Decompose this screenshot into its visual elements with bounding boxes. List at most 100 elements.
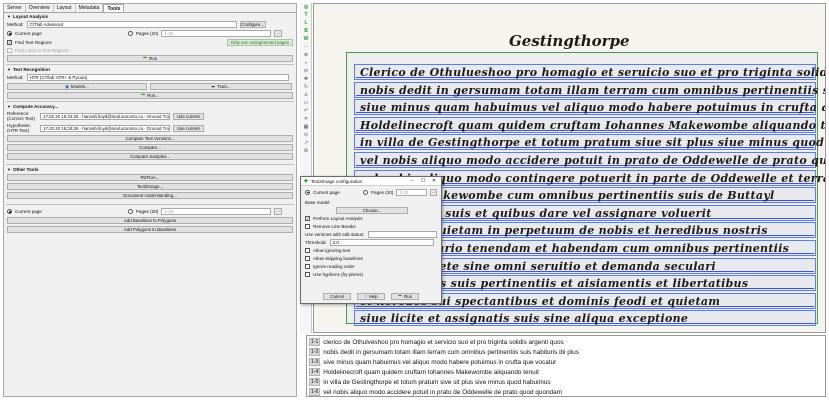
tool-select-icon[interactable]: ◎ xyxy=(300,3,312,11)
recognition-run-button[interactable]: ➡ Run... xyxy=(7,92,293,99)
line-number: 1-3 xyxy=(309,358,321,366)
compare-text-versions-button[interactable]: Compare Text Versions... xyxy=(7,135,293,142)
transcription-line[interactable]: 1-3 sive minus quam habuimus vel aliquo m… xyxy=(309,357,823,367)
other-pages-range-input[interactable]: 1-20 xyxy=(161,208,272,215)
maximize-icon[interactable]: ☐ xyxy=(419,178,427,184)
configure-button[interactable]: Configure... xyxy=(239,21,266,28)
use-hyphens-checkbox[interactable] xyxy=(305,271,310,277)
hypothesis-use-current-button[interactable]: Use current xyxy=(173,124,204,132)
line-number: 1-6 xyxy=(309,388,321,396)
tool-table-icon[interactable]: ▦ xyxy=(300,123,312,131)
hypothesis-sublabel: (HTR Text) xyxy=(7,128,30,133)
layout-method-select[interactable]: CITlab Advanced xyxy=(26,21,237,28)
dialog-current-page-radio[interactable] xyxy=(305,189,310,195)
tool-lock-icon[interactable]: ▭ xyxy=(300,99,312,107)
dialog-run-button[interactable]: ➡ Run xyxy=(391,293,419,300)
pages-range-input[interactable]: 1-20 xyxy=(161,30,272,37)
tab-tools[interactable]: Tools xyxy=(103,4,125,12)
tool-move-icon[interactable]: ✥ xyxy=(300,75,312,83)
add-baselines-button[interactable]: Add Baselines to Polygons xyxy=(7,217,293,224)
tool-delete-icon[interactable]: ✕ xyxy=(300,115,312,123)
add-polygons-button[interactable]: Add Polygons to Baselines xyxy=(7,226,293,233)
play-icon: ➡ xyxy=(141,92,146,98)
pages-chooser-button[interactable]: … xyxy=(274,30,283,37)
tool-line-icon[interactable]: L xyxy=(300,19,312,27)
remove-line-breaks-checkbox[interactable] xyxy=(305,223,310,229)
line-text[interactable]: nobis dedit in gersumam totam illam terr… xyxy=(323,349,579,356)
collapse-arrow-icon: ▼ xyxy=(7,14,11,19)
manuscript-line: siue licite et assignatis suis sine aliq… xyxy=(360,312,689,326)
tool-person-icon[interactable]: ♙ xyxy=(300,91,312,99)
tool-point-icon[interactable]: ∘ xyxy=(300,59,312,67)
reference-version-field[interactable]: 17.02.20 15:34:26 - hannah.lloyd@mail.ut… xyxy=(40,112,170,120)
line-text[interactable]: Holdelinecroft quam quidem cruftam Iohan… xyxy=(323,369,539,376)
other-pages-chooser-button[interactable]: … xyxy=(274,208,283,215)
tool-undo-icon[interactable]: ↶ xyxy=(300,107,312,115)
tool-zoom-icon[interactable]: ⊙ xyxy=(300,131,312,139)
transcription-line[interactable]: 1-5 in villa de Gestingthorpe et totum pr… xyxy=(309,377,823,387)
allow-ignoring-label: Allow ignoring text xyxy=(313,247,351,253)
reference-use-current-button[interactable]: Use current xyxy=(173,112,204,120)
current-page-radio[interactable] xyxy=(7,31,12,36)
tab-metadata[interactable]: Metadata xyxy=(76,4,104,12)
dialog-pages-radio[interactable] xyxy=(362,189,368,195)
pages-radio[interactable] xyxy=(127,31,133,36)
allow-ignoring-checkbox[interactable] xyxy=(305,247,310,253)
choose-model-button[interactable]: Choose... xyxy=(336,206,408,214)
models-button[interactable]: ◼ Models... xyxy=(7,83,147,90)
dialog-pages-range-input[interactable]: 1-20 xyxy=(396,188,428,196)
compute-accuracy-header[interactable]: ▼ Compute Accuracy... xyxy=(4,103,296,110)
tool-tr-icon[interactable]: T xyxy=(300,11,312,19)
tool-baseline-icon[interactable]: B xyxy=(300,27,312,35)
transcription-line[interactable]: 1-1 clerico de Othulveshoo pro homagio et… xyxy=(309,337,823,347)
edit-status-select[interactable] xyxy=(367,230,437,238)
line-text[interactable]: sive minus quam habuimus vel aliquo modo… xyxy=(323,359,556,366)
line-text[interactable]: vel nobis aliquo modo accidere potuit in… xyxy=(323,389,562,396)
tool-remove-point-icon[interactable]: ⊖ xyxy=(300,67,312,75)
transcription-line[interactable]: 1-6 vel nobis aliquo modo accidere potuit… xyxy=(309,387,823,397)
tab-server[interactable]: Server xyxy=(4,4,26,12)
text-recognition-header[interactable]: ▼ Text Recognition xyxy=(4,66,296,73)
compare-button[interactable]: Compare... xyxy=(7,144,293,151)
only-unsegmented-toggle[interactable]: Only use unsegmented pages xyxy=(226,39,293,46)
transcription-line[interactable]: 1-2 nobis dedit in gersumam totam illam t… xyxy=(309,347,823,357)
ignore-reading-order-checkbox[interactable] xyxy=(305,263,310,269)
tab-overview[interactable]: Overview xyxy=(26,4,54,12)
perform-layout-checkbox[interactable] xyxy=(305,215,310,221)
allow-skipping-checkbox[interactable] xyxy=(305,255,310,261)
other-current-page-radio[interactable] xyxy=(7,209,12,214)
layout-run-button[interactable]: ➡ Run xyxy=(7,55,293,62)
dialog-pages-chooser-button[interactable]: … xyxy=(430,188,438,196)
hypothesis-version-field[interactable]: 17.02.20 15:34:26 - hannah.lloyd@mail.ut… xyxy=(40,124,170,132)
find-text-regions-checkbox[interactable] xyxy=(7,40,12,45)
play-icon: ➡ xyxy=(397,293,403,299)
text2image-button[interactable]: Text2Image... xyxy=(7,183,293,190)
threshold-input[interactable]: 0.0 xyxy=(329,238,434,246)
line-number: 1-4 xyxy=(309,368,321,376)
tab-layout[interactable]: Layout xyxy=(54,4,76,12)
line-text[interactable]: in villa de Gestingthorpe et totum pratu… xyxy=(323,379,550,386)
tool-word-icon[interactable]: W xyxy=(300,35,312,43)
tool-rotate-icon[interactable]: ↻ xyxy=(300,83,312,91)
tool-arrow-icon[interactable]: ↗ xyxy=(300,139,312,147)
pdf2a-button[interactable]: PDFtoA... xyxy=(7,174,293,181)
tool-settings-icon[interactable]: ⚙ xyxy=(300,147,312,155)
document-understanding-button[interactable]: Document Understanding... xyxy=(7,192,293,199)
layout-analysis-header[interactable]: ▼ Layout Analysis xyxy=(4,13,296,20)
other-tools-header[interactable]: ▼ Other Tools xyxy=(4,166,296,173)
dialog-help-button[interactable]: ? Help xyxy=(357,293,385,300)
dialog-title: Text2Image configuration xyxy=(310,178,363,184)
line-text[interactable]: clerico de Othulveshoo pro homagio et se… xyxy=(323,339,564,346)
find-lines-checkbox[interactable] xyxy=(7,48,12,53)
minimize-icon[interactable]: – xyxy=(408,178,416,184)
transcription-line[interactable]: 1-4 Holdelinecroft quam quidem cruftam Io… xyxy=(309,367,823,377)
tool-split-icon[interactable]: ⋯ xyxy=(300,43,312,51)
dialog-cancel-button[interactable]: Cancel xyxy=(323,293,351,300)
tool-merge-icon[interactable]: ⊕ xyxy=(300,51,312,59)
other-pages-radio[interactable] xyxy=(127,209,133,214)
remove-line-breaks-label: Remove Line Breaks xyxy=(313,223,356,229)
train-button[interactable]: ➦ Train... xyxy=(150,83,292,90)
compare-samples-button[interactable]: Compare Samples... xyxy=(7,153,293,160)
htr-method-select[interactable]: HTR (CITlab HTR+ & PyLaia) xyxy=(26,74,289,81)
close-icon[interactable]: ✕ xyxy=(430,178,438,184)
